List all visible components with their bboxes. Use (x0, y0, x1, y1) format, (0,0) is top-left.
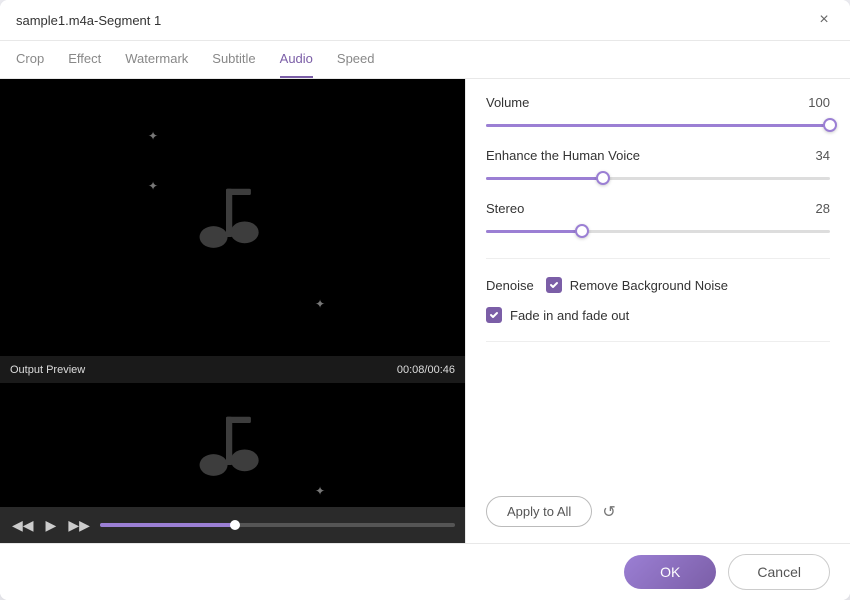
stereo-thumb[interactable] (575, 224, 589, 238)
tab-watermark[interactable]: Watermark (125, 41, 188, 78)
apply-all-button[interactable]: Apply to All (486, 496, 592, 527)
tab-crop[interactable]: Crop (16, 41, 44, 78)
music-icon-top (193, 181, 273, 254)
preview-panel: ✦ ✦ Output Preview 00:08/00:46 ✦ (0, 79, 465, 543)
enhance-control: Enhance the Human Voice 34 (486, 148, 830, 187)
fade-checkbox[interactable] (486, 307, 502, 323)
denoise-row: Denoise Remove Background Noise (486, 277, 830, 293)
music-icon-bottom (193, 409, 273, 482)
volume-thumb[interactable] (823, 118, 837, 132)
tab-audio[interactable]: Audio (280, 41, 313, 78)
progress-thumb[interactable] (230, 520, 240, 530)
volume-label: Volume (486, 95, 529, 110)
bottom-preview: ✦ ✦ (0, 383, 465, 507)
time-display: 00:08/00:46 (397, 364, 455, 376)
enhance-thumb[interactable] (596, 171, 610, 185)
enhance-fill (486, 177, 603, 180)
volume-value: 100 (800, 95, 830, 110)
prev-button[interactable]: ◀◀ (10, 515, 36, 536)
progress-bar[interactable] (100, 523, 455, 527)
main-content: ✦ ✦ Output Preview 00:08/00:46 ✦ (0, 79, 850, 543)
window-title: sample1.m4a-Segment 1 (16, 13, 161, 28)
divider-1 (486, 258, 830, 259)
sparkle-top2-icon: ✦ (148, 129, 158, 143)
enhance-slider[interactable] (486, 169, 830, 187)
top-preview: ✦ ✦ (0, 79, 465, 357)
output-bar: Output Preview 00:08/00:46 (0, 357, 465, 383)
sparkle-bottom-icon: ✦ (315, 297, 325, 311)
remove-bg-checkbox[interactable] (546, 277, 562, 293)
remove-bg-label: Remove Background Noise (570, 278, 728, 293)
tab-bar: Crop Effect Watermark Subtitle Audio Spe… (0, 41, 850, 79)
stereo-value: 28 (800, 201, 830, 216)
stereo-label: Stereo (486, 201, 524, 216)
volume-fill (486, 124, 830, 127)
play-button[interactable]: ▶ (44, 515, 59, 536)
reset-button[interactable]: ↺ (602, 502, 615, 522)
sparkle-top-icon: ✦ (148, 179, 158, 193)
fade-label: Fade in and fade out (510, 308, 629, 323)
titlebar: sample1.m4a-Segment 1 × (0, 0, 850, 41)
close-button[interactable]: × (814, 10, 834, 30)
stereo-control: Stereo 28 (486, 201, 830, 240)
progress-fill (100, 523, 235, 527)
tab-subtitle[interactable]: Subtitle (212, 41, 255, 78)
cancel-button[interactable]: Cancel (728, 554, 830, 590)
ok-button[interactable]: OK (624, 555, 716, 589)
main-window: sample1.m4a-Segment 1 × Crop Effect Wate… (0, 0, 850, 600)
output-label: Output Preview (10, 364, 85, 376)
volume-slider[interactable] (486, 116, 830, 134)
sparkle-bottom2-icon: ✦ (315, 484, 325, 498)
tab-speed[interactable]: Speed (337, 41, 375, 78)
denoise-label: Denoise (486, 278, 534, 293)
stereo-slider[interactable] (486, 222, 830, 240)
stereo-fill (486, 230, 582, 233)
enhance-label: Enhance the Human Voice (486, 148, 640, 163)
next-button[interactable]: ▶▶ (66, 515, 92, 536)
enhance-value: 34 (800, 148, 830, 163)
volume-control: Volume 100 (486, 95, 830, 134)
audio-panel: Volume 100 Enhance the Human Voice 34 (465, 79, 850, 543)
tab-effect[interactable]: Effect (68, 41, 101, 78)
fade-row: Fade in and fade out (486, 307, 830, 323)
bottom-actions: Apply to All ↺ (486, 496, 830, 527)
footer: OK Cancel (0, 543, 850, 600)
divider-2 (486, 341, 830, 342)
controls-bar: ◀◀ ▶ ▶▶ (0, 507, 465, 543)
